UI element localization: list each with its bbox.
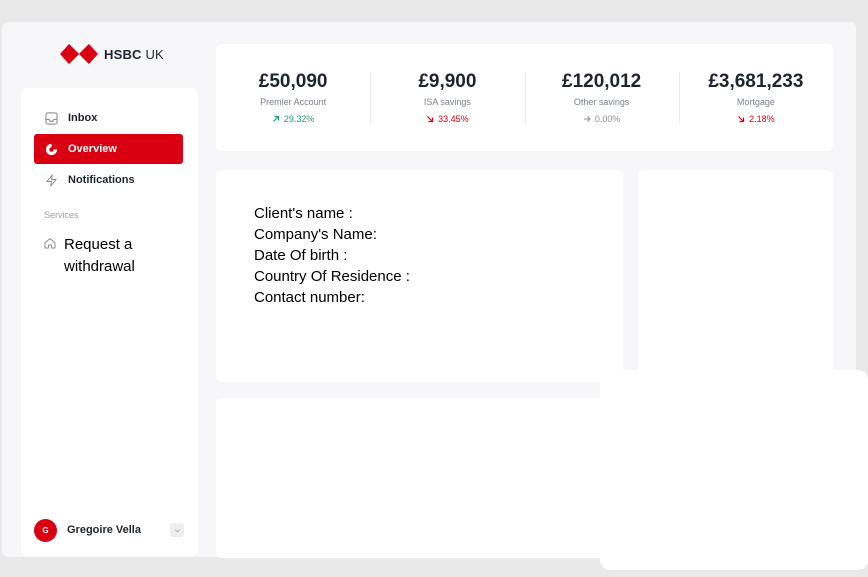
brand-name: HSBC UK — [104, 46, 164, 62]
stat-value: £9,900 — [418, 70, 477, 92]
sidebar-item-overview[interactable]: Overview — [34, 134, 183, 164]
pie-chart-icon — [45, 143, 58, 155]
stat-other-savings[interactable]: £120,012 Other savings 0.00% — [524, 70, 679, 126]
arrow-down-right-icon — [738, 115, 745, 122]
stat-change: 29.32% — [272, 114, 314, 124]
redacted-area — [600, 370, 868, 570]
stat-isa-savings[interactable]: £9,900 ISA savings 33.45% — [370, 70, 524, 126]
hsbc-logo[interactable]: HSBC UK — [60, 44, 164, 64]
stat-label: ISA savings — [423, 96, 471, 107]
sidebar-item-label: Overview — [68, 143, 117, 155]
stat-value: £3,681,233 — [708, 70, 804, 92]
arrow-up-right-icon — [272, 115, 279, 122]
avatar: G — [34, 518, 57, 542]
client-info: Client's name : Company's Name: Date Of … — [254, 203, 410, 308]
stat-change: 33.45% — [426, 114, 469, 124]
client-name-label: Client's name : — [254, 205, 353, 222]
stat-value: £50,090 — [258, 70, 328, 92]
home-icon — [44, 238, 56, 249]
arrow-right-icon — [583, 115, 591, 122]
request-withdrawal-link[interactable]: Request a withdrawal — [44, 234, 174, 278]
user-profile[interactable]: G Gregoire Vella — [34, 518, 184, 542]
company-name-label: Company's Name: — [254, 226, 377, 243]
inbox-icon — [45, 111, 58, 125]
account-summary: £50,090 Premier Account 29.32% £9,900 IS… — [216, 44, 833, 151]
bottom-panel-card — [216, 398, 623, 558]
stat-premier-account[interactable]: £50,090 Premier Account 29.32% — [216, 70, 370, 126]
stat-label: Premier Account — [260, 96, 327, 107]
user-name: Gregoire Vella — [67, 524, 141, 536]
country-of-residence-label: Country Of Residence : — [254, 268, 410, 285]
sidebar-item-label: Inbox — [68, 112, 98, 124]
client-info-card: Client's name : Company's Name: Date Of … — [216, 170, 623, 382]
sidebar-item-label: Notifications — [68, 174, 135, 186]
date-of-birth-label: Date Of birth : — [254, 247, 348, 264]
sidebar-item-inbox[interactable]: Inbox — [34, 103, 183, 133]
stat-value: £120,012 — [562, 70, 642, 92]
stat-change: 2.18% — [737, 114, 775, 124]
hsbc-hexagon-icon — [60, 44, 98, 64]
user-menu-toggle[interactable] — [170, 523, 184, 537]
stat-label: Mortgage — [736, 96, 775, 107]
contact-number-label: Contact number: — [254, 289, 365, 306]
stat-label: Other savings — [573, 96, 630, 107]
stat-mortgage[interactable]: £3,681,233 Mortgage 2.18% — [678, 70, 833, 126]
arrow-down-right-icon — [427, 115, 434, 122]
stat-change: 0.00% — [583, 114, 620, 124]
request-withdrawal-label: Request a withdrawal — [64, 236, 135, 275]
sidebar: Inbox Overview Notifications Services Re… — [21, 88, 198, 556]
services-heading: Services — [44, 210, 79, 220]
sidebar-item-notifications[interactable]: Notifications — [34, 165, 183, 195]
chevron-down-icon — [174, 528, 180, 532]
lightning-icon — [46, 173, 57, 187]
